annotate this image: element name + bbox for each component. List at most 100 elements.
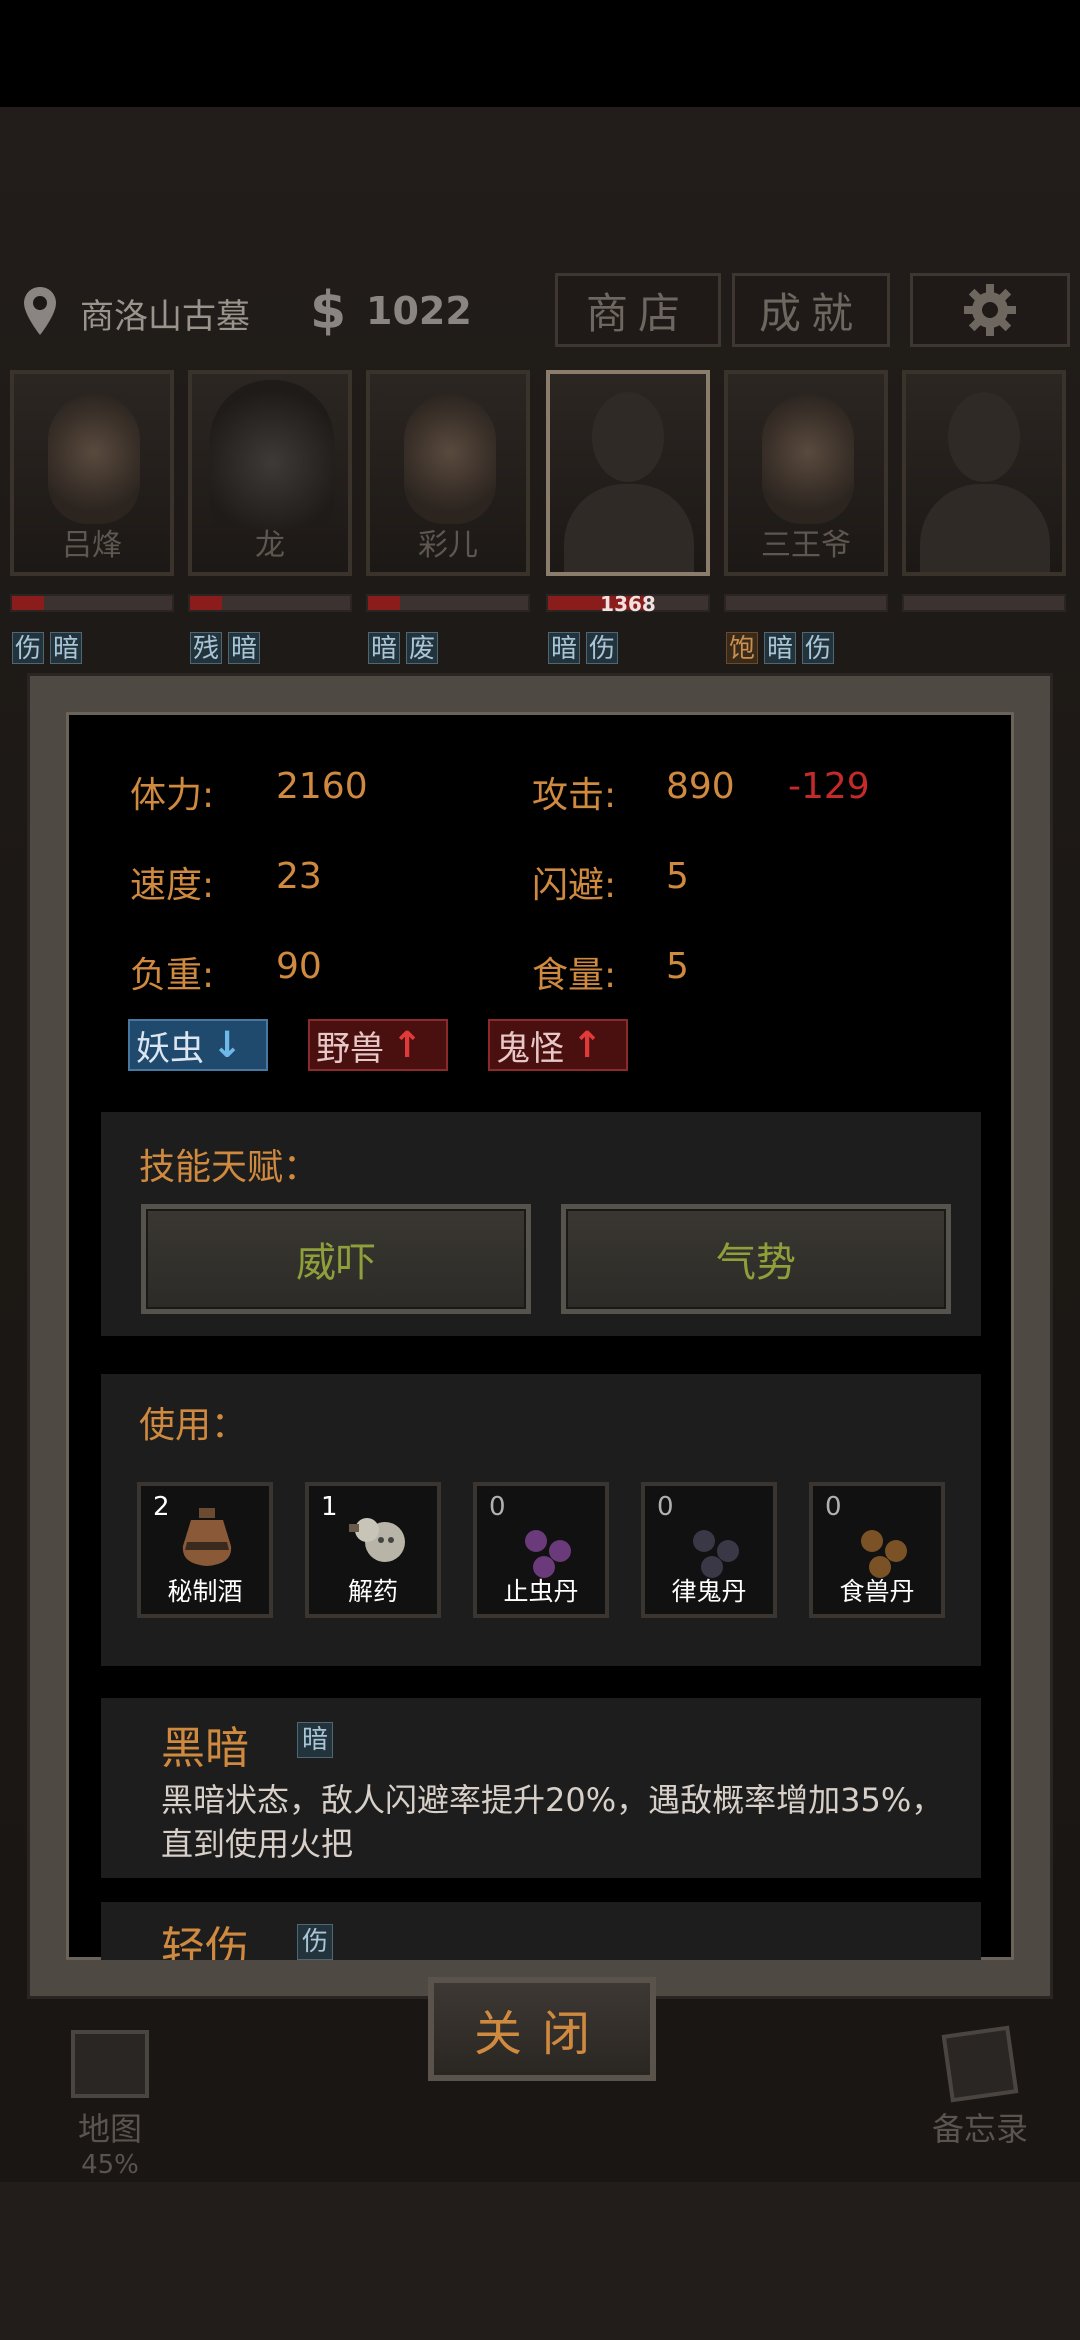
pill-dot: [885, 1540, 907, 1562]
memo-icon: [941, 2025, 1019, 2103]
affinity-ghost: 鬼怪 ↑: [488, 1019, 628, 1071]
item-count: 0: [657, 1492, 674, 1522]
item-count: 2: [153, 1492, 170, 1522]
portrait: [404, 394, 496, 524]
effect-chip: 暗: [297, 1722, 334, 1758]
status-chip: 伤: [586, 632, 619, 664]
attack-modifier: -129: [788, 766, 870, 807]
pill-dot: [861, 1530, 883, 1552]
status-chips: 饱 暗 伤: [726, 632, 835, 664]
effect-chip: 伤: [297, 1924, 334, 1960]
wine-jar-icon: [182, 1508, 232, 1566]
item-secret-wine[interactable]: 2 秘制酒: [137, 1482, 273, 1618]
affinity-label: 野兽: [316, 1028, 384, 1069]
status-chip: 伤: [12, 632, 45, 664]
memo-button[interactable]: 备忘录: [910, 2025, 1050, 2150]
map-progress: 45%: [81, 2150, 139, 2180]
status-chips: 残 暗: [190, 632, 261, 664]
status-chips: 伤 暗: [12, 632, 83, 664]
location-name: 商洛山古墓: [80, 297, 250, 337]
silhouette: [564, 484, 694, 572]
status-chip: 伤: [802, 632, 835, 664]
navigation-bar: [0, 2182, 1080, 2340]
party-member-4-selected[interactable]: [546, 370, 710, 576]
close-button[interactable]: 关闭: [428, 1977, 656, 2081]
shop-button[interactable]: 商店: [555, 273, 721, 347]
hp-bar: [724, 594, 888, 612]
member-name: 彩儿: [418, 528, 478, 563]
item-label: 律鬼丹: [671, 1577, 747, 1606]
affinity-label: 鬼怪: [496, 1028, 564, 1069]
location-pin-icon: [24, 287, 56, 335]
party-member-1[interactable]: 吕烽: [10, 370, 174, 576]
memo-label: 备忘录: [931, 2110, 1028, 2148]
skills-title: 技能天赋：: [139, 1147, 320, 1188]
header-bar: 商洛山古墓 $ 1022 商店 成就: [0, 263, 1080, 363]
silhouette: [592, 392, 664, 482]
money-amount: 1022: [366, 289, 472, 333]
arrow-up-icon: ↑: [392, 1024, 423, 1066]
map-icon: [71, 2030, 149, 2098]
effect-description: 黑暗状态，敌人闪避率提升20%，遇敌概率增加35%，直到使用火把: [161, 1781, 944, 1863]
party-member-5[interactable]: 三王爷: [724, 370, 888, 576]
stamina-value: 2160: [276, 766, 368, 807]
status-chip: 暗: [50, 632, 83, 664]
party-member-3[interactable]: 彩儿: [366, 370, 530, 576]
status-chips: 暗 伤: [548, 632, 619, 664]
skill-button-intimidate[interactable]: 威吓: [141, 1204, 531, 1314]
party-member-2[interactable]: 龙: [188, 370, 352, 576]
status-chip: 暗: [548, 632, 581, 664]
appetite-value: 5: [666, 946, 689, 987]
load-value: 90: [276, 946, 322, 987]
pill-dot: [693, 1530, 715, 1552]
silhouette: [948, 392, 1020, 482]
member-name: 吕烽: [62, 528, 122, 563]
stamina-label: 体力:: [130, 775, 215, 816]
member-name: 三王爷: [761, 528, 851, 563]
status-chip: 残: [190, 632, 223, 664]
item-beast-pill[interactable]: 0 食兽丹: [809, 1482, 945, 1618]
pill-dot: [717, 1540, 739, 1562]
party-row: 吕烽 龙 彩儿 三王爷 1368 伤 暗 残 暗 暗 废 暗 伤 饱 暗 伤: [10, 370, 1076, 670]
settings-button[interactable]: [910, 273, 1070, 347]
portrait: [48, 394, 140, 524]
hp-bar: [10, 594, 174, 612]
achievements-button[interactable]: 成就: [732, 273, 890, 347]
use-panel: 使用： 2 秘制酒 1 解药 0 止虫丹 0 律鬼丹 0 食兽丹: [101, 1374, 981, 1666]
hp-fill: [12, 596, 44, 610]
portrait: [762, 394, 854, 524]
hp-bar: [902, 594, 1066, 612]
status-chip: 废: [406, 632, 439, 664]
map-button[interactable]: 地图 45%: [50, 2030, 170, 2180]
item-antidote[interactable]: 1 解药: [305, 1482, 441, 1618]
pill-dot: [549, 1540, 571, 1562]
affinity-label: 妖虫: [136, 1028, 204, 1069]
hp-bar: 1368: [546, 592, 710, 616]
use-title: 使用：: [139, 1405, 248, 1446]
status-chip: 饱: [726, 632, 759, 664]
appetite-label: 食量:: [532, 955, 617, 996]
status-chips: 暗 废: [368, 632, 439, 664]
item-insect-pill[interactable]: 0 止虫丹: [473, 1482, 609, 1618]
character-dialog: 体力: 2160 攻击: 890 -129 速度: 23 闪避: 5 负重: 9…: [66, 712, 1014, 1960]
arrow-up-icon: ↑: [572, 1024, 603, 1066]
gourd-icon: [349, 1518, 405, 1562]
silhouette: [920, 484, 1050, 572]
affinity-insect: 妖虫 ↓: [128, 1019, 268, 1071]
dodge-label: 闪避:: [532, 865, 617, 906]
hp-value: 1368: [600, 592, 656, 616]
hp-fill: [368, 596, 400, 610]
item-ghost-pill[interactable]: 0 律鬼丹: [641, 1482, 777, 1618]
item-label: 秘制酒: [167, 1577, 243, 1606]
portrait: [210, 380, 334, 530]
status-chip: 暗: [764, 632, 797, 664]
item-count: 0: [825, 1492, 842, 1522]
load-label: 负重:: [130, 955, 215, 996]
attack-value: 890: [666, 766, 735, 807]
money-icon: $: [310, 281, 347, 341]
skill-button-momentum[interactable]: 气势: [561, 1204, 951, 1314]
hp-bar: [366, 594, 530, 612]
item-label: 止虫丹: [503, 1577, 579, 1606]
speed-value: 23: [276, 856, 322, 897]
party-member-6-empty[interactable]: [902, 370, 1066, 576]
